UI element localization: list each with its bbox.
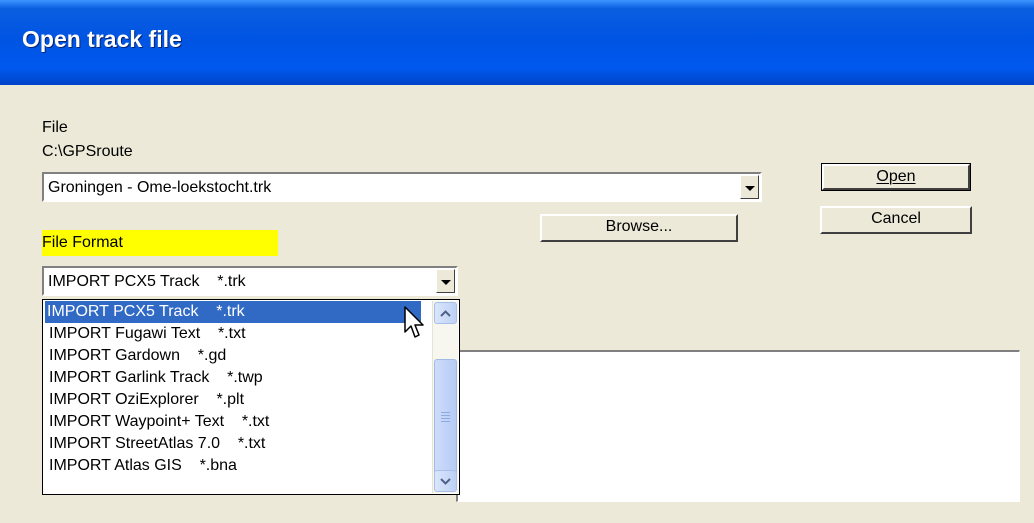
- chevron-down-icon: [440, 477, 451, 485]
- list-item[interactable]: IMPORT Waypoint+ Text *.txt: [47, 411, 269, 433]
- file-label: File: [42, 119, 68, 136]
- file-path: C:\GPSroute: [42, 143, 133, 160]
- file-combobox-dropdown-button[interactable]: [740, 175, 759, 199]
- scroll-up-button[interactable]: [434, 302, 457, 324]
- window-title: Open track file: [22, 26, 182, 52]
- title-bar[interactable]: Open track file: [0, 0, 1034, 85]
- file-combobox-value: Groningen - Ome-loekstocht.trk: [48, 179, 272, 196]
- chevron-down-icon: [440, 279, 451, 285]
- list-item[interactable]: IMPORT Atlas GIS *.bna: [47, 455, 237, 477]
- scroll-thumb[interactable]: [434, 359, 457, 475]
- preview-panel: [456, 350, 1020, 502]
- browse-button[interactable]: Browse...: [540, 214, 738, 242]
- list-item[interactable]: IMPORT OziExplorer *.plt: [47, 389, 244, 411]
- file-format-combobox[interactable]: IMPORT PCX5 Track *.trk: [42, 266, 458, 296]
- list-item[interactable]: IMPORT Fugawi Text *.txt: [47, 323, 246, 345]
- arrow-cursor-icon: [404, 306, 424, 338]
- cancel-button-label: Cancel: [871, 210, 921, 227]
- chevron-up-icon: [440, 309, 451, 317]
- list-item[interactable]: IMPORT Gardown *.gd: [47, 345, 226, 367]
- list-item[interactable]: IMPORT PCX5 Track *.trk: [45, 301, 421, 323]
- dropdown-scrollbar[interactable]: [432, 301, 458, 493]
- open-button-label: Open: [876, 168, 916, 185]
- list-item[interactable]: IMPORT StreetAtlas 7.0 *.txt: [47, 433, 265, 455]
- browse-button-label: Browse...: [605, 218, 673, 235]
- file-combobox[interactable]: Groningen - Ome-loekstocht.trk: [42, 172, 762, 202]
- list-item[interactable]: IMPORT Garlink Track *.twp: [47, 367, 263, 389]
- open-button[interactable]: Open: [821, 163, 971, 191]
- file-format-combobox-value: IMPORT PCX5 Track *.trk: [48, 273, 246, 290]
- file-format-dropdown-list[interactable]: IMPORT PCX5 Track *.trk IMPORT Fugawi Te…: [42, 299, 460, 495]
- chevron-down-icon: [744, 185, 755, 191]
- scroll-down-button[interactable]: [434, 470, 457, 492]
- cancel-button[interactable]: Cancel: [820, 206, 972, 234]
- file-format-label: File Format: [42, 230, 278, 256]
- file-format-dropdown-button[interactable]: [436, 269, 455, 293]
